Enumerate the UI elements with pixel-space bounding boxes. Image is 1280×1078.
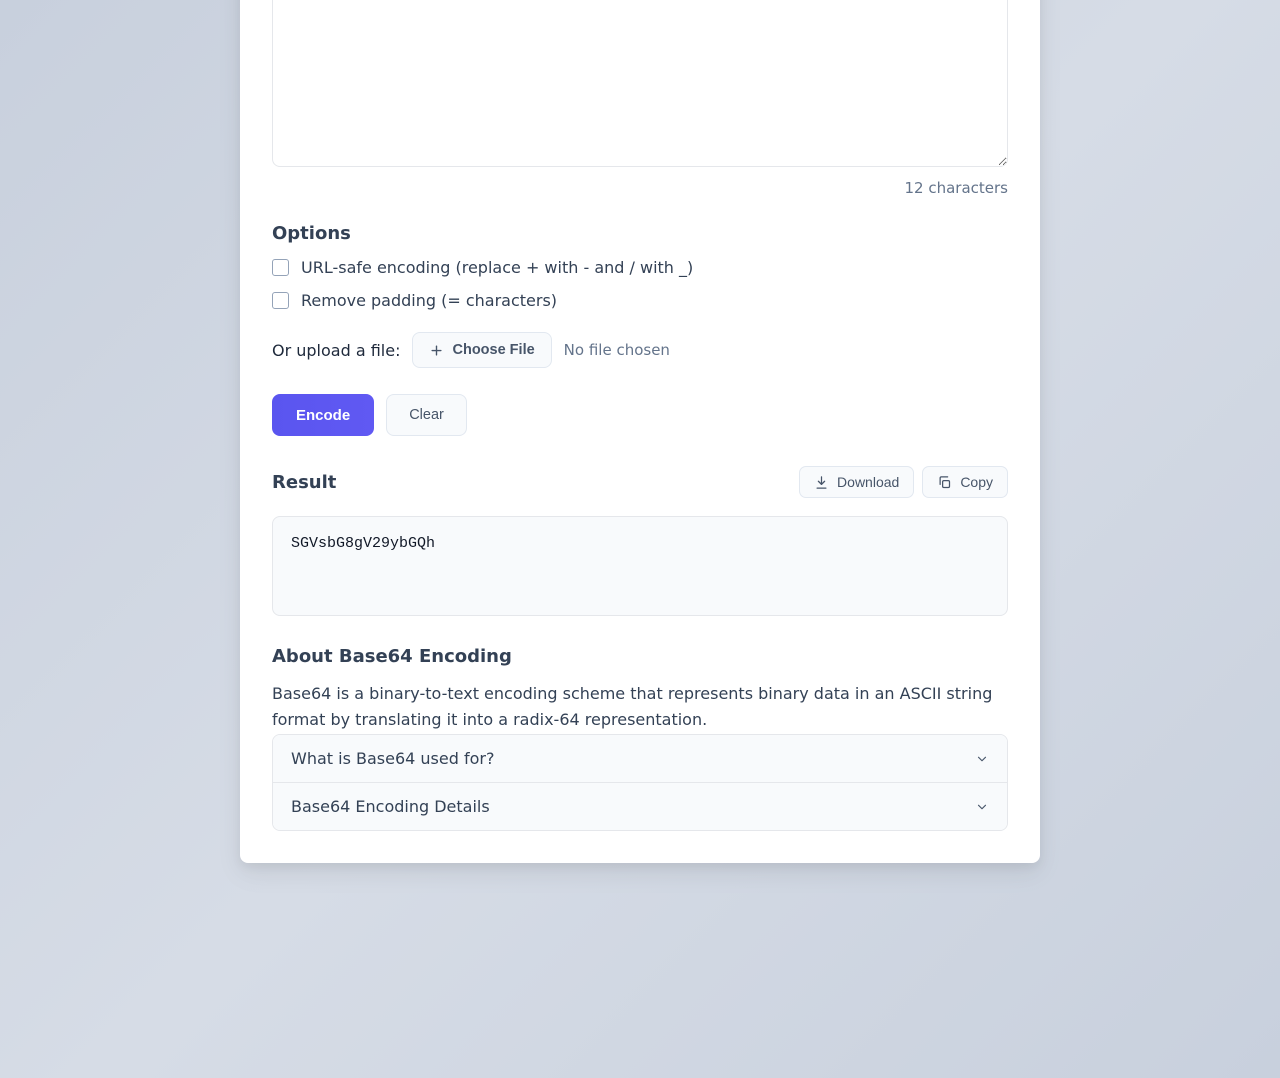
option-remove-padding[interactable]: Remove padding (= characters) xyxy=(272,291,1008,310)
result-actions: Download Copy xyxy=(799,466,1008,498)
file-status: No file chosen xyxy=(564,341,670,359)
options-heading: Options xyxy=(272,223,1008,244)
accordion-header-details[interactable]: Base64 Encoding Details xyxy=(273,783,1007,830)
remove-padding-checkbox[interactable] xyxy=(272,292,289,309)
copy-icon xyxy=(937,475,952,490)
input-textarea[interactable] xyxy=(272,0,1008,167)
clear-button[interactable]: Clear xyxy=(386,394,467,436)
copy-button[interactable]: Copy xyxy=(922,466,1008,498)
chevron-down-icon xyxy=(975,752,989,766)
character-count: 12 characters xyxy=(272,179,1008,197)
about-heading: About Base64 Encoding xyxy=(272,646,1008,667)
upload-row: Or upload a file: Choose File No file ch… xyxy=(272,332,1008,368)
result-output[interactable]: SGVsbG8gV29ybGQh xyxy=(272,516,1008,616)
chevron-down-icon xyxy=(975,800,989,814)
action-buttons: Encode Clear xyxy=(272,394,1008,436)
download-label: Download xyxy=(837,474,899,490)
result-heading: Result xyxy=(272,472,336,493)
choose-file-button[interactable]: Choose File xyxy=(412,332,551,368)
accordion-title: Base64 Encoding Details xyxy=(291,797,490,816)
option-url-safe[interactable]: URL-safe encoding (replace + with - and … xyxy=(272,258,1008,277)
about-accordion: What is Base64 used for? Base64 Encoding… xyxy=(272,734,1008,831)
input-area xyxy=(272,0,1008,171)
result-header: Result Download Copy xyxy=(272,466,1008,498)
download-icon xyxy=(814,475,829,490)
url-safe-label: URL-safe encoding (replace + with - and … xyxy=(301,258,693,277)
accordion-header-usage[interactable]: What is Base64 used for? xyxy=(273,735,1007,782)
about-description: Base64 is a binary-to-text encoding sche… xyxy=(272,681,1008,732)
encode-button[interactable]: Encode xyxy=(272,394,374,436)
copy-label: Copy xyxy=(960,474,993,490)
accordion-title: What is Base64 used for? xyxy=(291,749,494,768)
url-safe-checkbox[interactable] xyxy=(272,259,289,276)
plus-icon xyxy=(429,343,444,358)
upload-label: Or upload a file: xyxy=(272,341,400,360)
choose-file-label: Choose File xyxy=(452,342,534,358)
accordion-item-usage: What is Base64 used for? xyxy=(273,735,1007,783)
accordion-item-details: Base64 Encoding Details xyxy=(273,783,1007,830)
encoder-card: 12 characters Options URL-safe encoding … xyxy=(240,0,1040,863)
remove-padding-label: Remove padding (= characters) xyxy=(301,291,557,310)
download-button[interactable]: Download xyxy=(799,466,914,498)
